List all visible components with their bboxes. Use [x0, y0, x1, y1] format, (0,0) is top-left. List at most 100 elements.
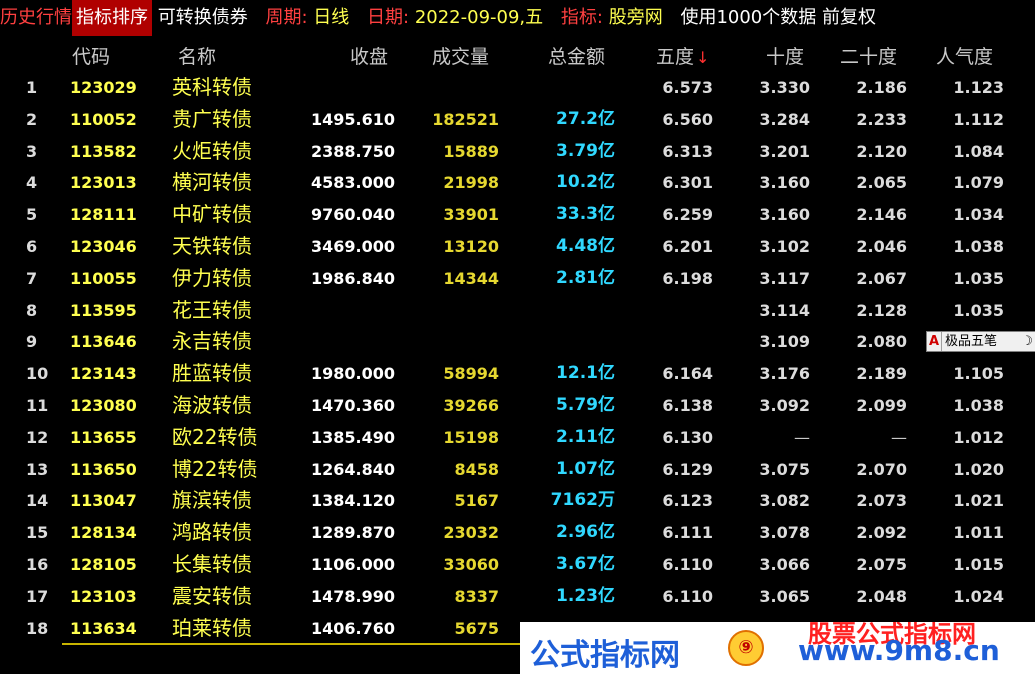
row-index: 17	[26, 586, 49, 606]
popularity: 1.123	[953, 78, 1004, 97]
table-row[interactable]: 9 113646 永吉转债 3.109 2.080	[0, 326, 1035, 358]
degree-20: 2.048	[856, 586, 907, 606]
total-amount: 3.67亿	[556, 554, 615, 574]
degree-10: 3.284	[759, 109, 810, 129]
table-row[interactable]: 10 123143 胜蓝转债 1980.000 58994 12.1亿 6.164 3.176…	[0, 358, 1035, 390]
bond-code: 113582	[70, 141, 137, 161]
column-header-amount[interactable]: 总金额	[548, 42, 605, 69]
table-row[interactable]: 12 113655 欧22转债 1385.490 15198 2.11亿 6.130 — — 1.…	[0, 422, 1035, 454]
total-amount: 2.81亿	[556, 267, 615, 288]
bond-code: 123080	[70, 396, 137, 415]
degree-10: 3.102	[759, 237, 810, 256]
close-price: 1385.490	[310, 427, 395, 447]
row-index: 2	[26, 109, 38, 129]
column-header-name[interactable]: 名称	[178, 42, 216, 69]
bond-code: 123103	[70, 586, 137, 606]
popularity: 1.024	[953, 586, 1004, 606]
bond-code: 113646	[70, 332, 137, 352]
popularity: 1.015	[953, 555, 1004, 574]
bond-name: 永吉转债	[172, 329, 252, 354]
column-header-close[interactable]: 收盘	[350, 42, 388, 69]
table-row[interactable]: 3 113582 火炬转债 2388.750 15889 3.79亿 6.313 3.201 2…	[0, 136, 1035, 168]
degree-20: 2.067	[856, 268, 907, 288]
popularity: 1.020	[953, 459, 1004, 479]
table-row[interactable]: 6 123046 天铁转债 3469.000 13120 4.48亿 6.201 3.102 2…	[0, 231, 1035, 263]
bond-code: 113634	[70, 618, 137, 638]
degree-10: 3.075	[759, 459, 810, 479]
table-row[interactable]: 14 113047 旗滨转债 1384.120 5167 7162万 6.123 3.082 2…	[0, 485, 1035, 517]
bond-name: 胜蓝转债	[172, 361, 252, 386]
bond-name: 震安转债	[172, 583, 252, 608]
popularity: 1.105	[953, 364, 1004, 384]
close-price: 9760.040	[310, 205, 395, 225]
degree-10: 3.330	[759, 78, 810, 97]
table-row[interactable]: 13 113650 博22转债 1264.840 8458 1.07亿 6.129 3.075…	[0, 454, 1035, 486]
table-row[interactable]: 7 110055 伊力转债 1986.840 14344 2.81亿 6.198 3.117 2…	[0, 263, 1035, 295]
column-header-popularity[interactable]: 人气度	[936, 42, 993, 69]
degree-10: 3.114	[759, 300, 810, 320]
column-header-code[interactable]: 代码	[72, 42, 110, 69]
degree-10: 3.176	[759, 364, 810, 384]
degree-20: 2.120	[856, 141, 907, 161]
row-index: 7	[26, 268, 38, 288]
close-price: 1289.870	[310, 523, 395, 543]
bond-name: 伊力转债	[172, 265, 252, 290]
market-label[interactable]: 可转换债券	[158, 0, 248, 36]
bond-name: 珀莱转债	[172, 615, 252, 640]
volume: 8337	[454, 586, 499, 606]
table-row[interactable]: 8 113595 花王转债 3.114 2.128 1.035	[0, 295, 1035, 327]
degree-20: 2.186	[856, 78, 907, 97]
row-divider	[62, 643, 582, 645]
volume: 15198	[443, 427, 499, 447]
total-amount: 1.23亿	[556, 585, 615, 606]
bond-code: 123143	[70, 364, 137, 384]
table-row[interactable]: 4 123013 横河转债 4583.000 21998 10.2亿 6.301 3.160 2…	[0, 167, 1035, 199]
volume: 15889	[443, 141, 499, 161]
degree-20: 2.046	[856, 237, 907, 256]
degree-20: 2.099	[856, 396, 907, 415]
bond-code: 113655	[70, 427, 137, 447]
table-row[interactable]: 17 123103 震安转债 1478.990 8337 1.23亿 6.110 3.065 2…	[0, 581, 1035, 613]
degree-10: 3.117	[759, 268, 810, 288]
volume: 33901	[443, 205, 499, 225]
ime-mode-toggle[interactable]: A	[927, 332, 942, 351]
column-header-d20[interactable]: 二十度	[840, 42, 897, 69]
table-row[interactable]: 16 128105 长集转债 1106.000 33060 3.67亿 6.110 3.066…	[0, 549, 1035, 581]
column-header-d5[interactable]: 五度 ↓	[656, 42, 709, 69]
bond-code: 123029	[70, 78, 137, 97]
volume: 14344	[443, 268, 499, 288]
column-header-volume[interactable]: 成交量	[432, 42, 489, 69]
section-label: 历史行情	[0, 7, 72, 28]
degree-5: 6.111	[662, 523, 713, 543]
row-index: 4	[26, 173, 38, 193]
bond-code: 123046	[70, 237, 137, 256]
bond-code: 110055	[70, 268, 137, 288]
volume: 58994	[443, 364, 499, 384]
degree-5: 6.110	[662, 586, 713, 606]
row-index: 12	[26, 427, 49, 447]
table-row[interactable]: 1 123029 英科转债 6.573 3.330 2.186 1.123	[0, 72, 1035, 104]
ime-toolbar[interactable]: A 极品五笔 ☽	[926, 331, 1035, 352]
table-row[interactable]: 11 123080 海波转债 1470.360 39266 5.79亿 6.138 3.092…	[0, 390, 1035, 422]
close-price: 1106.000	[310, 555, 395, 574]
period-value[interactable]: 日线	[313, 0, 349, 36]
bond-name: 天铁转债	[172, 234, 252, 258]
volume: 33060	[443, 555, 499, 574]
degree-5: 6.164	[662, 364, 713, 384]
date-value[interactable]: 2022-09-09,五	[415, 0, 543, 36]
moon-icon[interactable]: ☽	[1021, 332, 1033, 351]
bond-name: 博22转债	[172, 456, 258, 481]
close-price: 2388.750	[310, 141, 395, 161]
degree-10: 3.160	[759, 173, 810, 193]
column-header-d10[interactable]: 十度	[766, 42, 804, 69]
popularity: 1.035	[953, 268, 1004, 288]
total-amount: 2.96亿	[556, 522, 615, 543]
degree-10: 3.082	[759, 491, 810, 511]
degree-10: 3.092	[759, 396, 810, 415]
table-row[interactable]: 5 128111 中矿转债 9760.040 33901 33.3亿 6.259 3.160 2…	[0, 199, 1035, 231]
indicator-value[interactable]: 股旁网	[609, 0, 663, 36]
table-row[interactable]: 15 128134 鸿路转债 1289.870 23032 2.96亿 6.111 3.078…	[0, 517, 1035, 549]
table-row[interactable]: 2 110052 贵广转债 1495.610 182521 27.2亿 6.560 3.284…	[0, 104, 1035, 136]
row-index: 11	[26, 396, 49, 415]
data-settings: 使用1000个数据 前复权	[680, 7, 876, 28]
